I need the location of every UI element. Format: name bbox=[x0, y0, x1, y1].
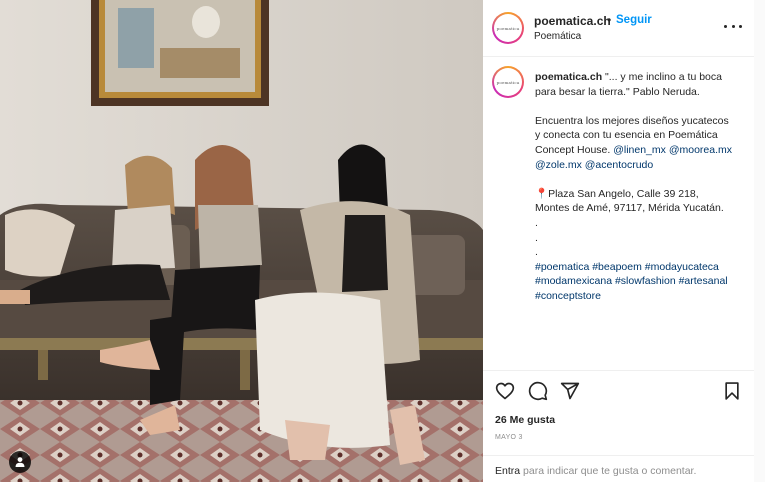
hashtag-link[interactable]: #poematica bbox=[535, 261, 589, 273]
caption-paragraph-quote: poematica.ch "... y me inclino a tu boca… bbox=[535, 70, 735, 99]
caption-username[interactable]: poematica.ch bbox=[535, 71, 602, 83]
bookmark-icon bbox=[725, 382, 739, 400]
comments-area[interactable]: poematica poematica.ch "... y me inclino… bbox=[483, 57, 754, 369]
hashtag-link[interactable]: #beapoem bbox=[592, 261, 642, 273]
heart-icon bbox=[495, 382, 515, 400]
post-side-panel: poematica poematica.ch • Seguir Poemátic… bbox=[483, 0, 754, 482]
post-photo[interactable] bbox=[0, 0, 483, 482]
like-button[interactable] bbox=[495, 381, 515, 401]
avatar-logo: poematica bbox=[496, 79, 520, 85]
post-caption: poematica.ch "... y me inclino a tu boca… bbox=[535, 70, 735, 304]
more-dot-icon bbox=[731, 24, 735, 28]
save-button[interactable] bbox=[722, 381, 742, 401]
more-dot-icon bbox=[724, 24, 727, 28]
login-prompt: Entra para indicar que te gusta o coment… bbox=[483, 455, 754, 482]
share-icon bbox=[560, 382, 580, 400]
caption-dot: . bbox=[535, 216, 538, 229]
mention-link[interactable]: @moorea.mx bbox=[669, 144, 732, 156]
user-tag-icon bbox=[15, 457, 25, 467]
mention-link[interactable]: @zole.mx bbox=[535, 159, 582, 171]
hashtag-link[interactable]: #conceptstore bbox=[535, 290, 601, 302]
share-button[interactable] bbox=[560, 381, 580, 401]
hashtag-line: #poematica #beapoem #modayucateca #modam… bbox=[535, 260, 735, 304]
more-options-button[interactable] bbox=[724, 19, 742, 33]
comment-button[interactable] bbox=[528, 381, 548, 401]
login-prompt-text: para indicar que te gusta o comentar. bbox=[523, 465, 697, 477]
avatar-logo: poematica bbox=[496, 25, 520, 31]
mention-link[interactable]: @linen_mx bbox=[613, 144, 666, 156]
avatar-image: poematica bbox=[494, 68, 522, 96]
hashtag-link[interactable]: #modamexicana bbox=[535, 275, 612, 287]
caption-location: 📍Plaza San Angelo, Calle 39 218, Montes … bbox=[535, 187, 724, 215]
caption-paragraph-promo: Encuentra los mejores diseños yucatecos … bbox=[535, 114, 735, 172]
hashtag-link[interactable]: #slowfashion bbox=[615, 275, 676, 287]
user-tag-button[interactable] bbox=[9, 451, 31, 473]
account-subtitle[interactable]: Poemática bbox=[534, 31, 581, 42]
hashtag-link[interactable]: #modayucateca bbox=[645, 261, 719, 273]
post-card: poematica poematica.ch • Seguir Poemátic… bbox=[0, 0, 754, 482]
photo-illustration bbox=[0, 0, 483, 482]
login-link[interactable]: Entra bbox=[495, 465, 520, 477]
like-count[interactable]: 26 Me gusta bbox=[495, 414, 555, 426]
hashtag-link[interactable]: #artesanal bbox=[679, 275, 728, 287]
avatar-image: poematica bbox=[494, 14, 522, 42]
comment-icon bbox=[528, 381, 548, 401]
follow-button[interactable]: Seguir bbox=[616, 14, 652, 26]
caption-avatar[interactable]: poematica bbox=[492, 66, 524, 98]
avatar[interactable]: poematica bbox=[492, 12, 524, 44]
post-date[interactable]: MAYO 3 bbox=[495, 434, 523, 441]
action-bar bbox=[483, 370, 754, 410]
caption-dot: . bbox=[535, 231, 538, 244]
mention-link[interactable]: @acentocrudo bbox=[585, 159, 653, 171]
separator-dot: • bbox=[607, 13, 612, 27]
username-link[interactable]: poematica.ch bbox=[534, 14, 611, 28]
caption-dot: . bbox=[535, 246, 538, 259]
more-dot-icon bbox=[739, 24, 742, 28]
post-header: poematica poematica.ch • Seguir Poemátic… bbox=[483, 0, 754, 57]
